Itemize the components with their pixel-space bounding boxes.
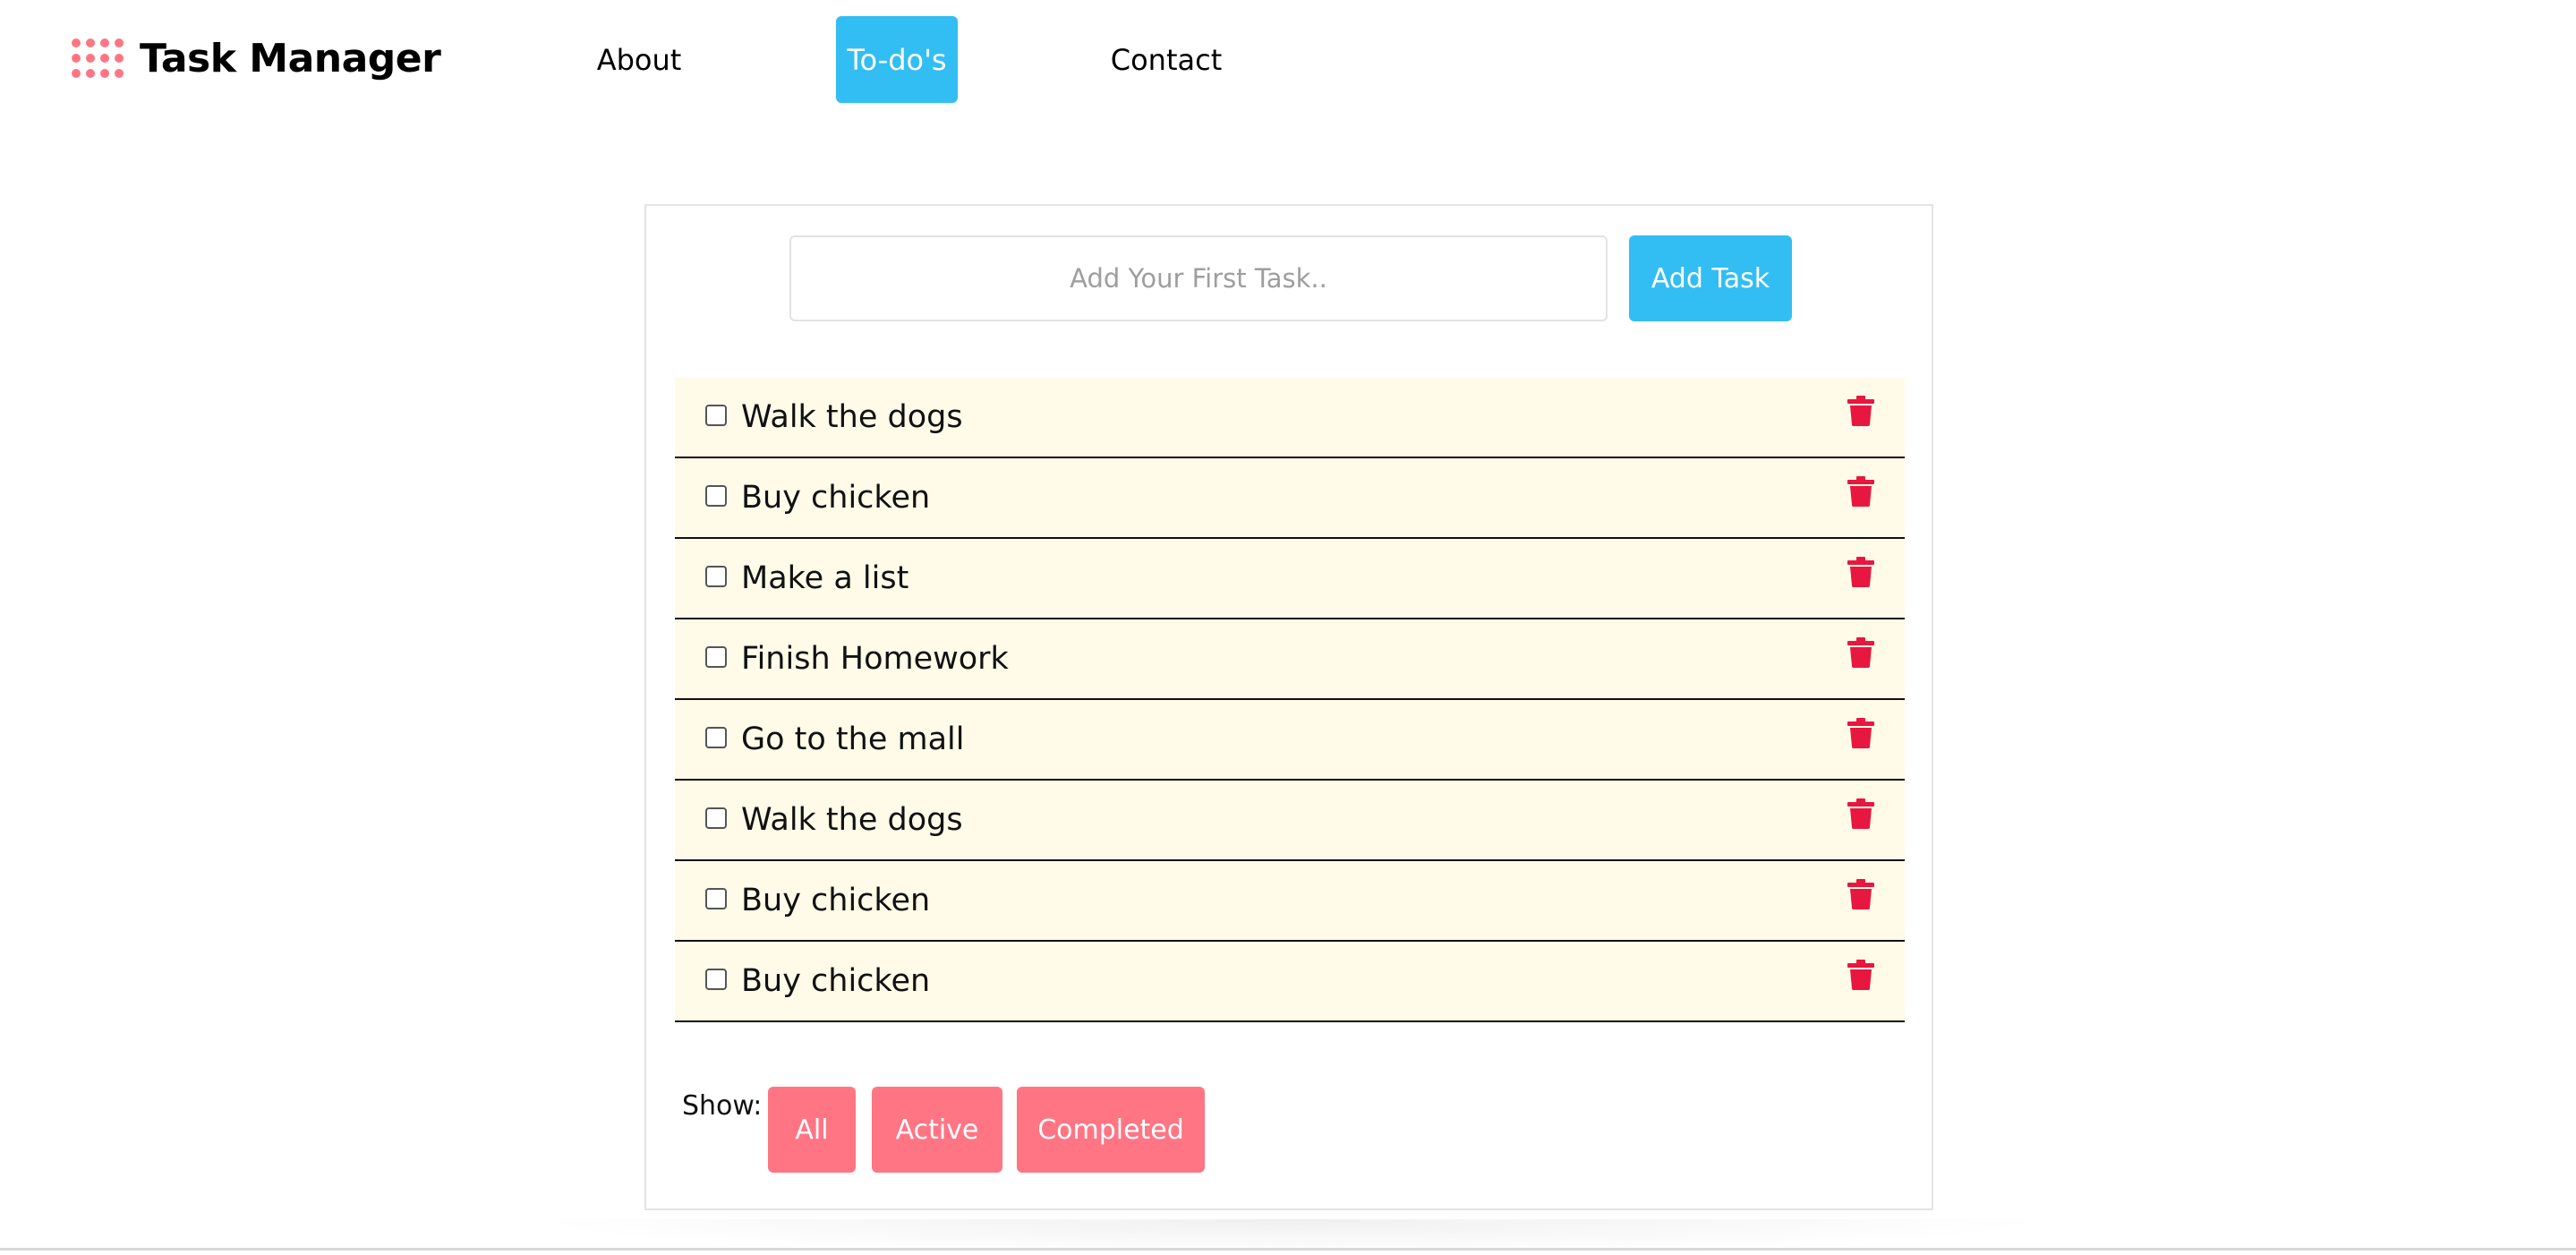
task-row: Go to the mall <box>675 700 1905 781</box>
task-row: Buy chicken <box>675 861 1905 942</box>
trash-icon[interactable] <box>1847 879 1874 909</box>
filter-active-button[interactable]: Active <box>872 1087 1002 1173</box>
brand-title: Task Manager <box>140 35 441 81</box>
task-label: Make a list <box>741 560 909 596</box>
trash-icon[interactable] <box>1847 557 1874 587</box>
task-row: Walk the dogs <box>675 781 1905 861</box>
trash-icon[interactable] <box>1847 396 1874 426</box>
task-checkbox[interactable] <box>705 566 727 587</box>
task-checkbox[interactable] <box>705 727 727 748</box>
task-row: Walk the dogs <box>675 378 1905 458</box>
task-checkbox[interactable] <box>705 405 727 426</box>
todo-panel: Add Task Walk the dogs Buy chicken Make … <box>644 204 1933 1210</box>
trash-icon[interactable] <box>1847 798 1874 829</box>
trash-icon[interactable] <box>1847 476 1874 507</box>
filter-show-label: Show: <box>682 1090 763 1122</box>
task-checkbox[interactable] <box>705 888 727 909</box>
nav-link-about[interactable]: About <box>582 16 696 103</box>
add-task-button[interactable]: Add Task <box>1629 235 1792 321</box>
task-checkbox[interactable] <box>705 807 727 829</box>
task-label: Finish Homework <box>741 641 1009 677</box>
task-checkbox[interactable] <box>705 485 727 507</box>
task-list: Walk the dogs Buy chicken Make a list Fi… <box>675 378 1905 1022</box>
task-row: Make a list <box>675 539 1905 619</box>
task-row: Finish Homework <box>675 619 1905 700</box>
grid-dots-icon <box>72 38 125 78</box>
trash-icon[interactable] <box>1847 960 1874 990</box>
filter-all-button[interactable]: All <box>768 1087 856 1173</box>
nav-link-contact[interactable]: Contact <box>1101 16 1232 103</box>
add-task-input[interactable] <box>789 235 1608 321</box>
brand[interactable]: Task Manager <box>72 32 441 84</box>
task-label: Go to the mall <box>741 721 965 757</box>
top-nav-bar: Task Manager About To-do's Contact <box>0 0 2576 116</box>
trash-icon[interactable] <box>1847 637 1874 668</box>
task-label: Buy chicken <box>741 883 931 918</box>
task-label: Buy chicken <box>741 963 931 999</box>
filter-completed-button[interactable]: Completed <box>1017 1087 1205 1173</box>
task-row: Buy chicken <box>675 942 1905 1022</box>
task-checkbox[interactable] <box>705 646 727 668</box>
task-label: Walk the dogs <box>741 399 963 435</box>
task-row: Buy chicken <box>675 458 1905 539</box>
page-bottom-divider <box>0 1248 2576 1251</box>
task-label: Walk the dogs <box>741 802 963 838</box>
trash-icon[interactable] <box>1847 718 1874 748</box>
task-checkbox[interactable] <box>705 969 727 990</box>
task-label: Buy chicken <box>741 480 931 516</box>
nav-link-todos[interactable]: To-do's <box>836 16 958 103</box>
